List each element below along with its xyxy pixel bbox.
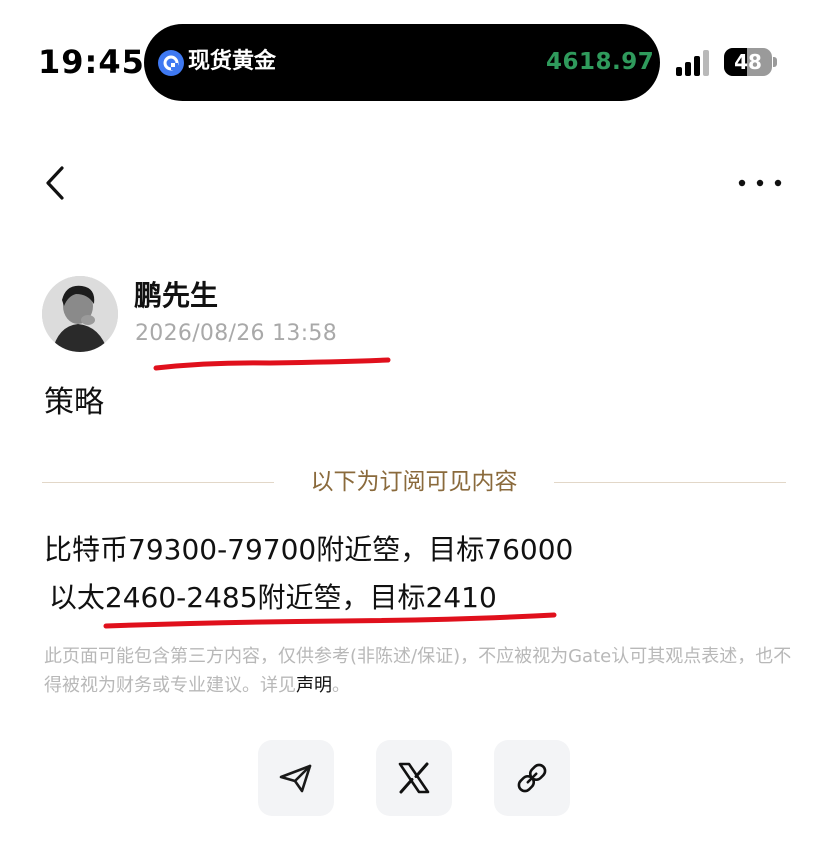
share-telegram-button[interactable] [258,740,334,816]
island-title: 现货黄金 [188,49,277,74]
red-annotation-underline [153,357,391,371]
author-name[interactable]: 鹏先生 [134,276,218,316]
signal-bar-4 [703,50,709,76]
share-x-button[interactable] [376,740,452,816]
content-line-btc: 比特币79300-79700附近箜，目标76000 [44,533,574,566]
island-price: 4618.97 [546,49,655,75]
battery-tip [773,57,777,67]
red-annotation-underline [103,612,557,629]
battery-icon: 48 [724,48,772,76]
chevron-left-icon[interactable] [38,160,72,206]
divider-line-left [42,482,274,483]
cellular-signal-icon [676,50,716,76]
more-horizontal-icon[interactable] [736,174,784,192]
subscriber-content-divider: 以下为订阅可见内容 [310,469,518,495]
x-logo-icon [398,762,430,794]
author-avatar[interactable] [42,276,118,352]
link-icon [517,763,547,793]
status-bar-time: 19:45 [38,43,145,81]
post-timestamp: 2026/08/26 13:58 [135,321,337,346]
battery-percent: 48 [734,50,762,74]
telegram-send-icon [279,764,312,793]
copy-link-button[interactable] [494,740,570,816]
disclaimer-text: 此页面可能包含第三方内容，仅供参考(非陈述/保证)，不应被视为Gate认可其观点… [44,642,792,700]
q-brand-logo-icon [158,50,184,76]
divider-line-right [554,482,786,483]
signal-bar-1 [676,67,682,76]
signal-bar-3 [694,56,700,76]
disclaimer-body: 此页面可能包含第三方内容，仅供参考(非陈述/保证)，不应被视为Gate认可其观点… [44,646,792,696]
signal-bar-2 [685,62,691,76]
post-title: 策略 [44,385,104,420]
disclaimer-suffix: 。 [332,675,350,696]
statement-link[interactable]: 声明 [296,675,332,696]
